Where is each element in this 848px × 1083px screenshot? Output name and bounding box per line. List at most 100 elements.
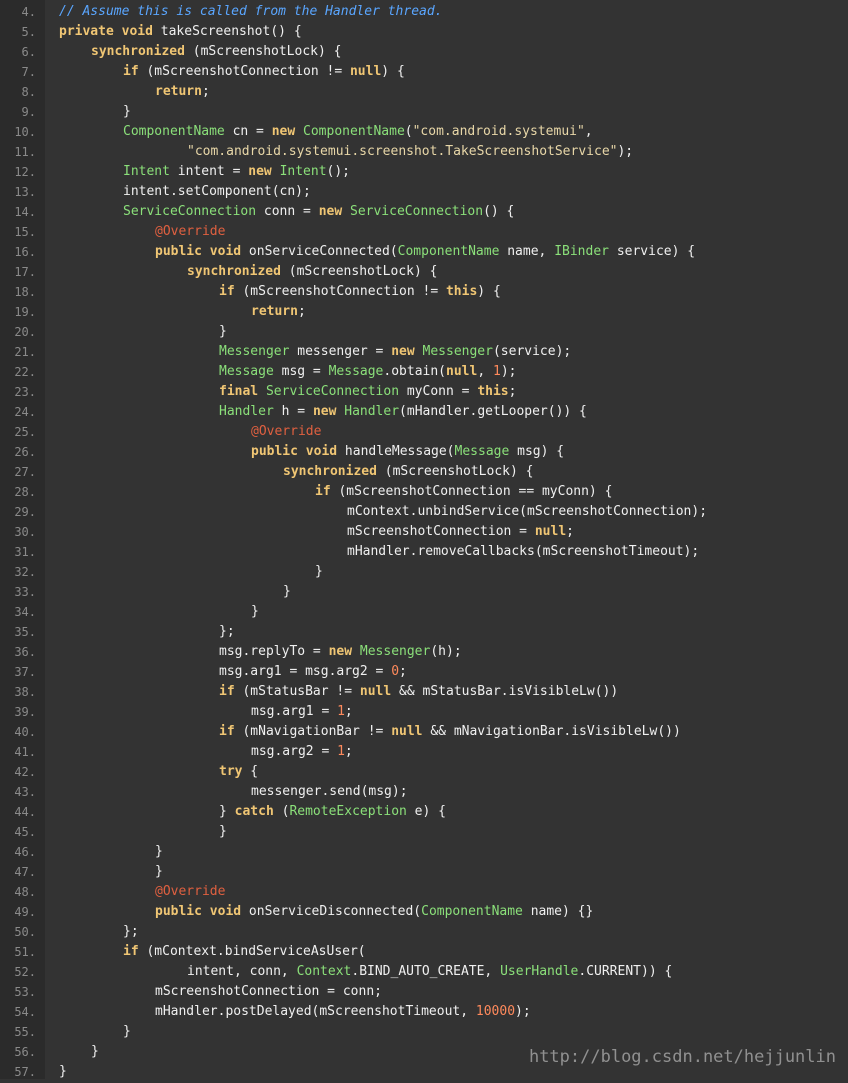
code-line: 22. Message msg = Message.obtain(null, 1)… bbox=[0, 362, 848, 382]
code-text: if (mStatusBar != null && mStatusBar.isV… bbox=[219, 682, 618, 702]
line-number: 31. bbox=[14, 545, 36, 559]
code-text: intent.setComponent(cn); bbox=[123, 182, 311, 202]
code-token: synchronized bbox=[91, 44, 185, 59]
code-token: synchronized bbox=[187, 264, 281, 279]
line-number: 46. bbox=[14, 845, 36, 859]
code-text: mScreenshotConnection = null; bbox=[347, 522, 574, 542]
code-token: } bbox=[219, 324, 227, 339]
line-number: 9. bbox=[21, 105, 36, 119]
code-token: (mScreenshotLock) { bbox=[376, 464, 534, 479]
line-number: 7. bbox=[21, 65, 36, 79]
code-token: , bbox=[477, 364, 493, 379]
code-text: } bbox=[283, 582, 291, 602]
code-token: return bbox=[155, 84, 202, 99]
code-line: 38. if (mStatusBar != null && mStatusBar.… bbox=[0, 682, 848, 702]
code-line: 8. return; bbox=[0, 82, 848, 102]
code-token: ; bbox=[344, 744, 353, 759]
code-line: 7. if (mScreenshotConnection != null) { bbox=[0, 62, 848, 82]
code-token: ComponentName bbox=[397, 244, 500, 259]
code-token: if bbox=[315, 484, 331, 499]
code-token: ; bbox=[508, 384, 517, 399]
code-text: messenger.send(msg); bbox=[251, 782, 408, 802]
code-token: e) { bbox=[406, 804, 446, 819]
code-text: // Assume this is called from the Handle… bbox=[59, 2, 443, 22]
code-text: msg.arg1 = 1; bbox=[251, 702, 353, 722]
code-token: (mScreenshotLock) { bbox=[184, 44, 342, 59]
code-text: synchronized (mScreenshotLock) { bbox=[187, 262, 437, 282]
code-lines: 4. // Assume this is called from the Hand… bbox=[0, 2, 848, 1082]
line-number: 22. bbox=[14, 365, 36, 379]
line-number: 35. bbox=[14, 625, 36, 639]
code-line: 12. Intent intent = new Intent(); bbox=[0, 162, 848, 182]
code-text: msg.arg1 = msg.arg2 = 0; bbox=[219, 662, 407, 682]
code-token: if bbox=[123, 944, 139, 959]
line-number: 26. bbox=[14, 445, 36, 459]
code-token: .obtain( bbox=[383, 364, 447, 379]
code-token: msg.arg1 = bbox=[251, 704, 338, 719]
code-token: new bbox=[248, 164, 272, 179]
code-token: service) { bbox=[609, 244, 696, 259]
code-token: .BIND_AUTO_CREATE, bbox=[351, 964, 501, 979]
code-line: 30. mScreenshotConnection = null; bbox=[0, 522, 848, 542]
line-number: 12. bbox=[14, 165, 36, 179]
code-line: 33.} bbox=[0, 582, 848, 602]
code-line: 24. Handler h = new Handler(mHandler.getL… bbox=[0, 402, 848, 422]
code-line: 40. if (mNavigationBar != null && mNaviga… bbox=[0, 722, 848, 742]
line-number: 16. bbox=[14, 245, 36, 259]
code-token: } bbox=[155, 864, 163, 879]
line-number: 29. bbox=[14, 505, 36, 519]
code-text: mHandler.postDelayed(mScreenshotTimeout,… bbox=[155, 1002, 531, 1022]
code-token: mScreenshotConnection = bbox=[347, 524, 535, 539]
code-line: 48. @Override bbox=[0, 882, 848, 902]
code-token: ; bbox=[297, 304, 306, 319]
code-token: ServiceConnection bbox=[350, 204, 484, 219]
code-token: ; bbox=[399, 664, 407, 679]
line-number: 54. bbox=[14, 1005, 36, 1019]
code-token: void bbox=[209, 244, 242, 259]
code-token: msg.arg1 = msg.arg2 = bbox=[219, 664, 392, 679]
code-token: messenger = bbox=[289, 344, 392, 359]
code-token: { bbox=[242, 764, 259, 779]
code-text: @Override bbox=[155, 882, 225, 902]
line-number: 43. bbox=[14, 785, 36, 799]
code-token: takeScreenshot() { bbox=[152, 24, 302, 39]
code-token: null bbox=[534, 524, 567, 539]
code-text: @Override bbox=[155, 222, 225, 242]
line-number: 40. bbox=[14, 725, 36, 739]
code-token: if bbox=[219, 684, 235, 699]
code-token: } bbox=[251, 604, 259, 619]
code-token: Message bbox=[219, 364, 274, 379]
code-token: msg.replyTo = bbox=[219, 644, 329, 659]
line-number: 50. bbox=[14, 925, 36, 939]
code-line: 42. try { bbox=[0, 762, 848, 782]
line-number: 20. bbox=[14, 325, 36, 339]
code-token: ( bbox=[273, 804, 290, 819]
code-line: 50.}; bbox=[0, 922, 848, 942]
line-number: 15. bbox=[14, 225, 36, 239]
line-number: 30. bbox=[14, 525, 36, 539]
code-text: if (mNavigationBar != null && mNavigatio… bbox=[219, 722, 681, 742]
code-token: 1 bbox=[492, 364, 501, 379]
code-token: (mHandler.getLooper()) { bbox=[399, 404, 587, 419]
code-line: 31. mHandler.removeCallbacks(mScreenshotT… bbox=[0, 542, 848, 562]
code-token: Intent bbox=[279, 164, 327, 179]
line-number: 21. bbox=[14, 345, 36, 359]
line-number: 10. bbox=[14, 125, 36, 139]
line-number: 4. bbox=[21, 5, 36, 19]
code-line: 5. private void takeScreenshot() { bbox=[0, 22, 848, 42]
code-token: (mScreenshotConnection != bbox=[138, 64, 350, 79]
code-line: 11. "com.android.systemui.screenshot.Take… bbox=[0, 142, 848, 162]
code-line: 34.} bbox=[0, 602, 848, 622]
code-token: void bbox=[121, 24, 153, 39]
line-number: 5. bbox=[21, 25, 36, 39]
code-token: h = bbox=[273, 404, 313, 419]
line-number: 57. bbox=[14, 1065, 36, 1079]
code-text: }; bbox=[219, 622, 235, 642]
code-token: ( bbox=[404, 124, 413, 139]
line-number: 32. bbox=[14, 565, 36, 579]
code-text: } bbox=[59, 1062, 67, 1082]
